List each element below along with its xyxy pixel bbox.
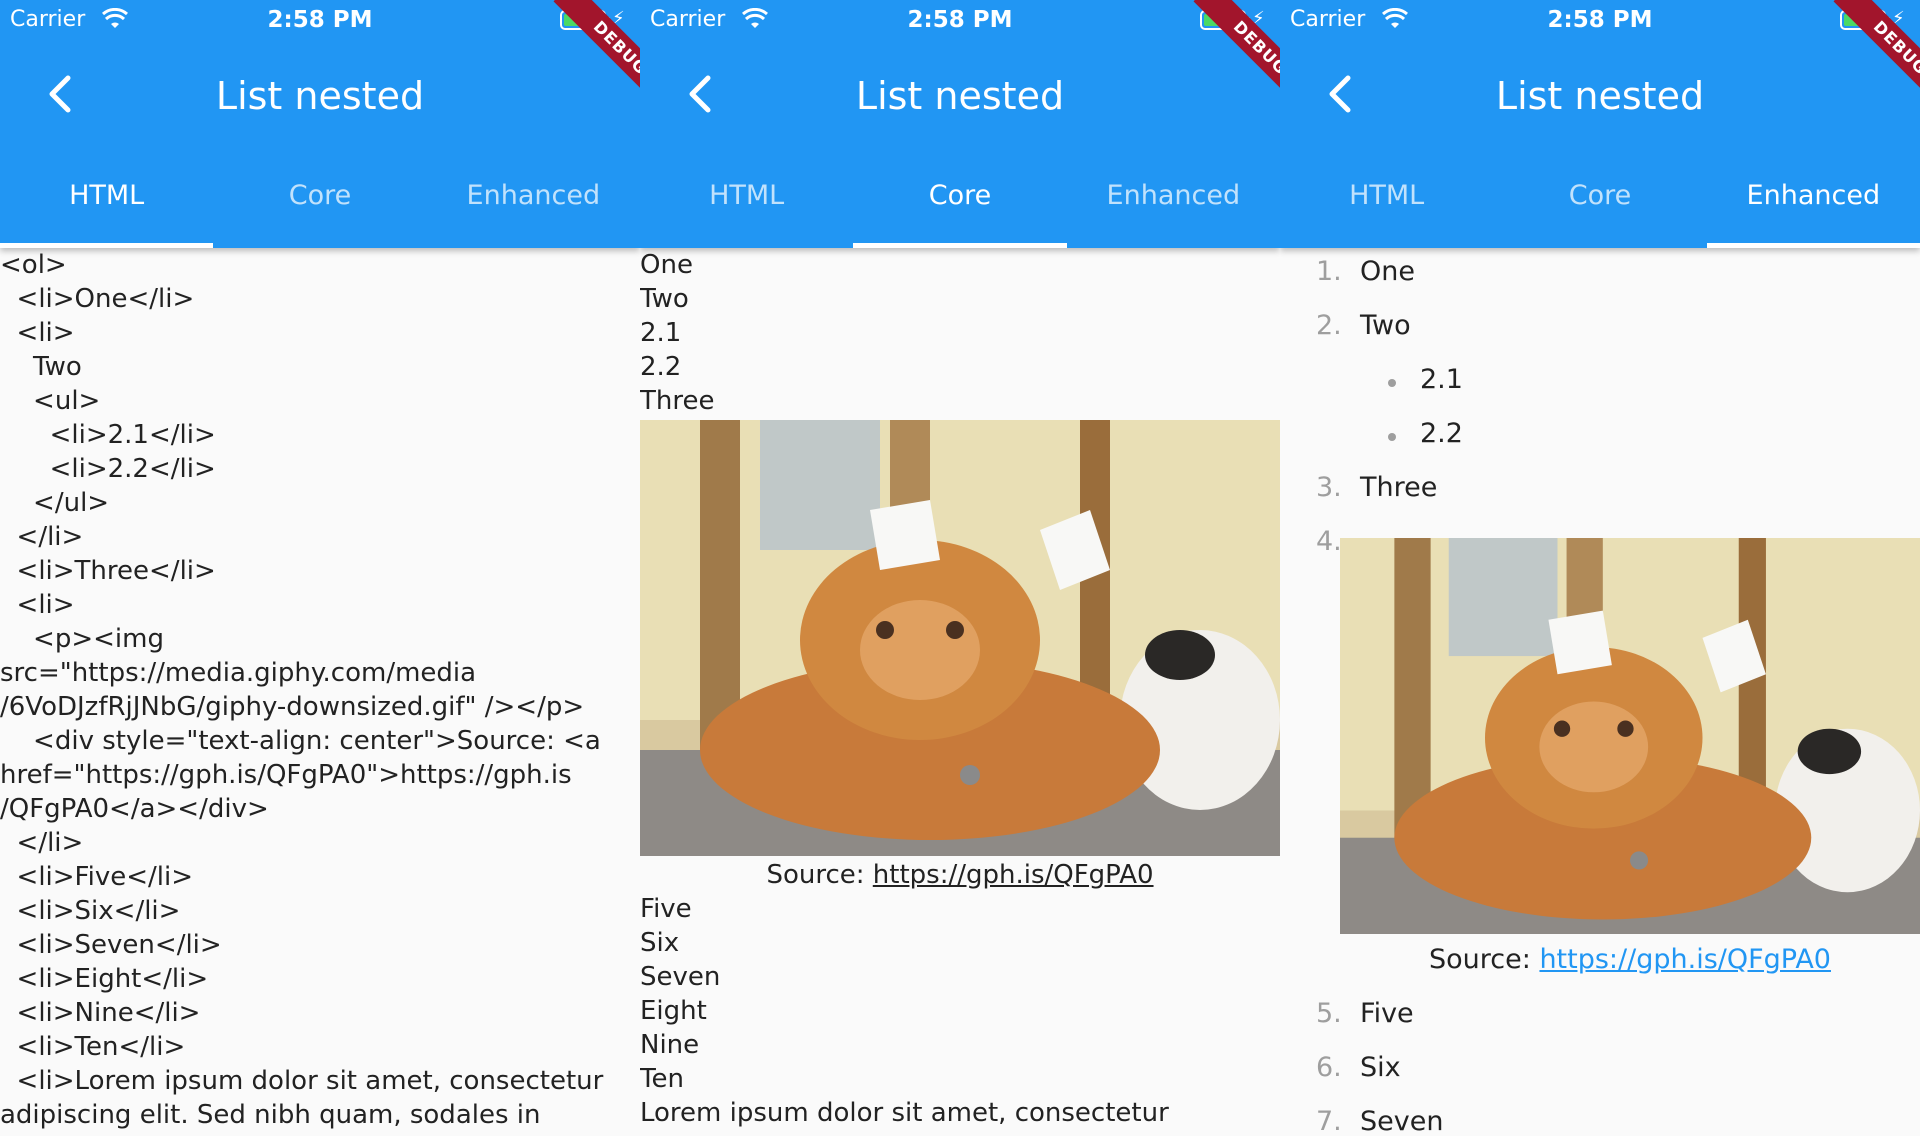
bullet-icon — [1388, 433, 1396, 441]
html-source-view: <ol> <li>One</li> <li> Two <ul> <li>2.1<… — [0, 248, 640, 1136]
tab-bar: HTML Core Enhanced — [1280, 160, 1920, 248]
list-number: 6. — [1316, 1052, 1342, 1083]
app-bar: Carrier 2:58 PM ⚡ List nested HTML Core … — [0, 0, 640, 248]
core-bottom-list: Five Six Seven Eight Nine Ten Lorem ipsu… — [640, 892, 1280, 1130]
status-time: 2:58 PM — [907, 7, 1013, 33]
tab-core[interactable]: Core — [1493, 160, 1706, 248]
list-item: Ten — [640, 1064, 684, 1094]
list-item: Lorem ipsum dolor sit amet, consectetur — [640, 1098, 1169, 1128]
phone-screen-enhanced: Carrier 2:58 PM ⚡ List nested HTML Core … — [1280, 0, 1920, 1136]
page-title: List nested — [215, 74, 425, 118]
image-source-caption: Source: https://gph.is/QFgPA0 — [1340, 944, 1920, 975]
status-time: 2:58 PM — [1547, 7, 1653, 33]
cat-image — [640, 420, 1280, 856]
toolbar: List nested — [1280, 56, 1920, 136]
tab-bar: HTML Core Enhanced — [0, 160, 640, 248]
source-label: Source: — [766, 860, 873, 890]
list-text: Two — [1360, 310, 1411, 341]
core-top-list: One Two 2.1 2.2 Three — [640, 248, 1280, 418]
core-render-view: One Two 2.1 2.2 Three Source: https://gp… — [640, 248, 1280, 1136]
list-number: 2. — [1316, 310, 1342, 341]
status-time: 2:58 PM — [267, 7, 373, 33]
list-text: Five — [1360, 998, 1414, 1029]
list-text: Six — [1360, 1052, 1401, 1083]
status-bar: Carrier 2:58 PM ⚡ — [640, 0, 1280, 44]
cat-image — [1340, 538, 1920, 934]
list-item: Seven — [640, 962, 721, 992]
tab-core[interactable]: Core — [853, 160, 1067, 248]
tab-enhanced[interactable]: Enhanced — [1706, 160, 1920, 248]
list-item: 2.1 — [640, 318, 682, 348]
list-item: Five — [640, 894, 692, 924]
list-number: 5. — [1316, 998, 1342, 1029]
list-item: 2.2 — [640, 352, 682, 382]
list-text: Three — [1360, 472, 1438, 503]
tab-bar: HTML Core Enhanced — [640, 160, 1280, 248]
tab-html[interactable]: HTML — [0, 160, 214, 248]
list-number: 1. — [1316, 256, 1342, 287]
list-number: 4. — [1316, 526, 1342, 557]
list-text: 2.2 — [1420, 418, 1463, 449]
list-text: Seven — [1360, 1106, 1444, 1136]
list-item: One — [640, 250, 693, 280]
app-bar: Carrier 2:58 PM ⚡ List nested HTML Core … — [640, 0, 1280, 248]
html-source-code: <ol> <li>One</li> <li> Two <ul> <li>2.1<… — [0, 250, 604, 1130]
page-title: List nested — [1495, 74, 1705, 118]
status-bar: Carrier 2:58 PM ⚡ — [1280, 0, 1920, 44]
list-item: Two — [640, 284, 689, 314]
enhanced-render-view: 1. One 2. Two 2.1 2.2 3. Three 4. Source… — [1280, 248, 1920, 1136]
source-link[interactable]: https://gph.is/QFgPA0 — [873, 860, 1154, 890]
page-title: List nested — [855, 74, 1065, 118]
toolbar: List nested — [640, 56, 1280, 136]
phone-screen-html: Carrier 2:58 PM ⚡ List nested HTML Core … — [0, 0, 640, 1136]
app-bar: Carrier 2:58 PM ⚡ List nested HTML Core … — [1280, 0, 1920, 248]
bullet-icon — [1388, 379, 1396, 387]
tab-enhanced[interactable]: Enhanced — [1067, 160, 1280, 248]
list-number: 3. — [1316, 472, 1342, 503]
phone-screen-core: Carrier 2:58 PM ⚡ List nested HTML Core … — [640, 0, 1280, 1136]
list-text: One — [1360, 256, 1415, 287]
list-text: 2.1 — [1420, 364, 1463, 395]
status-bar: Carrier 2:58 PM ⚡ — [0, 0, 640, 44]
tab-html[interactable]: HTML — [640, 160, 853, 248]
tab-core[interactable]: Core — [213, 160, 426, 248]
tab-html[interactable]: HTML — [1280, 160, 1493, 248]
list-item: Eight — [640, 996, 707, 1026]
list-number: 7. — [1316, 1106, 1342, 1136]
tab-enhanced[interactable]: Enhanced — [427, 160, 640, 248]
list-item: Three — [640, 386, 715, 416]
list-item: Nine — [640, 1030, 700, 1060]
source-label: Source: — [1429, 944, 1540, 975]
source-link[interactable]: https://gph.is/QFgPA0 — [1539, 944, 1831, 975]
screens: Carrier 2:58 PM ⚡ List nested HTML Core … — [0, 0, 1920, 1136]
list-item: Six — [640, 928, 680, 958]
toolbar: List nested — [0, 56, 640, 136]
image-source-caption: Source: https://gph.is/QFgPA0 — [640, 858, 1280, 892]
